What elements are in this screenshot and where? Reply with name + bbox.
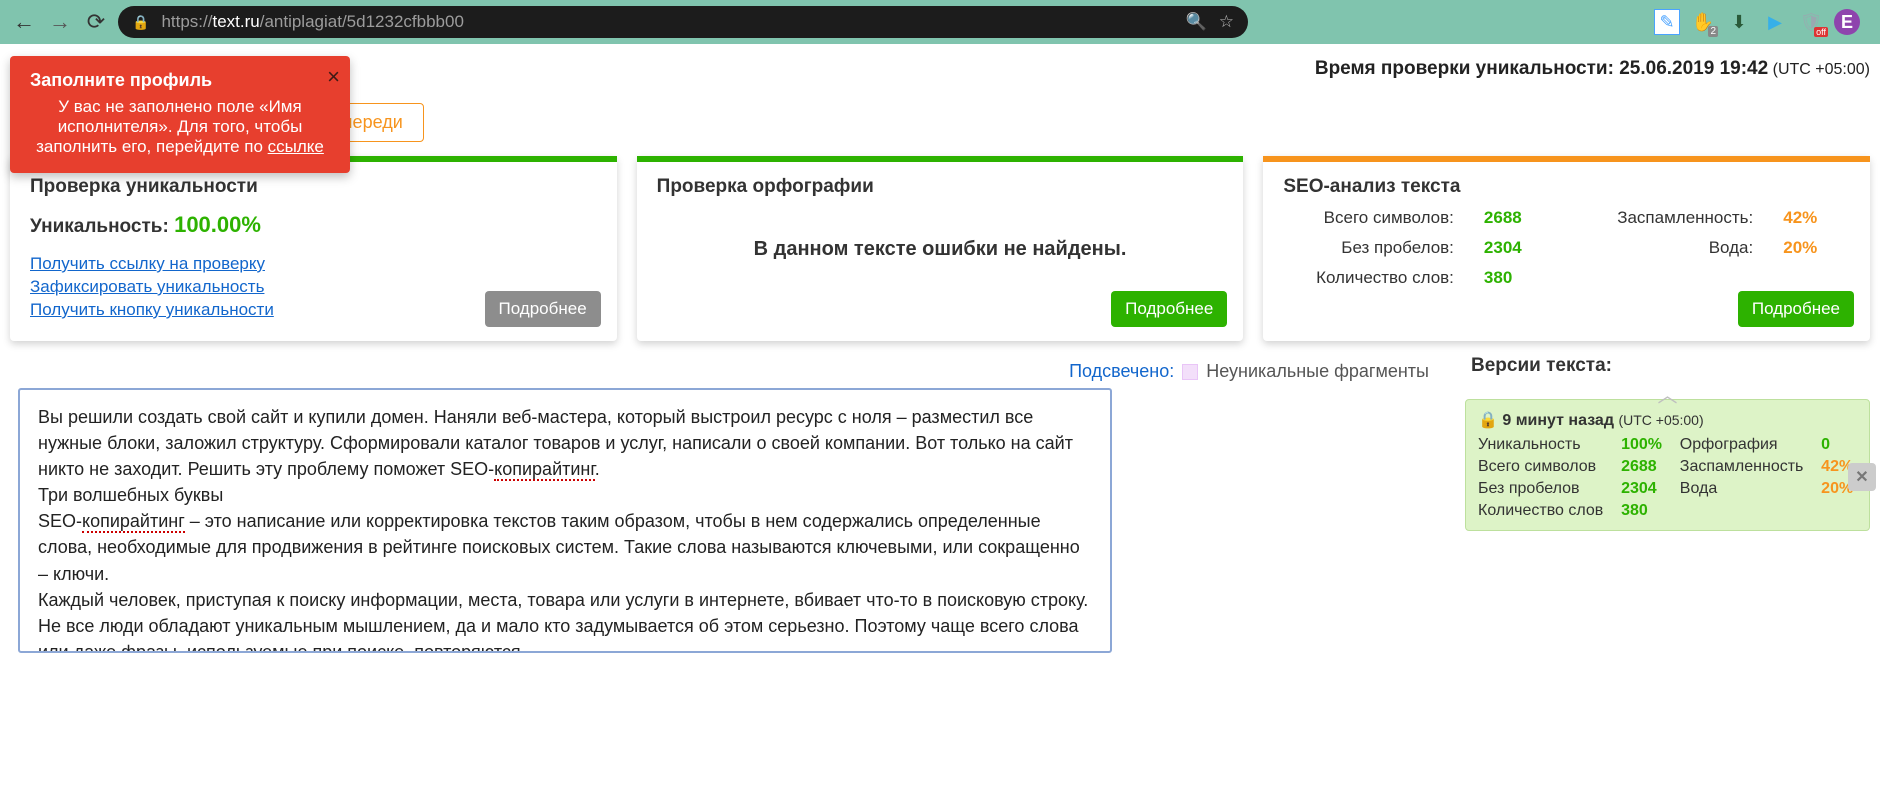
notice-close-icon[interactable]: ×: [327, 64, 340, 90]
orthography-message: В данном тексте ошибки не найдены.: [657, 238, 1224, 261]
notice-body: У вас не заполнено поле «Имя исполнителя…: [30, 97, 330, 157]
check-timestamp: Время проверки уникальности: 25.06.2019 …: [1315, 58, 1870, 80]
ver-water-label: Вода: [1680, 480, 1807, 498]
seo-water-value: 20%: [1783, 238, 1850, 258]
ext-adblock-icon[interactable]: ✋2: [1690, 9, 1716, 35]
url-text: https://text.ru/antiplagiat/5d1232cfbbb0…: [161, 12, 463, 32]
seo-words-value: 380: [1484, 268, 1555, 288]
seo-total-chars-value: 2688: [1484, 208, 1555, 228]
seo-total-chars-label: Всего символов:: [1283, 208, 1454, 228]
nav-reload-icon[interactable]: ⟳: [82, 8, 110, 36]
spell-error: копирайтинг: [82, 511, 185, 533]
ver-words-label: Количество слов: [1478, 502, 1607, 520]
seo-nospaces-value: 2304: [1484, 238, 1555, 258]
notice-title: Заполните профиль: [30, 70, 330, 91]
ver-uniq-value: 100%: [1621, 436, 1666, 454]
ext-play-icon[interactable]: ▶: [1762, 9, 1788, 35]
version-time: 9 минут назад: [1502, 412, 1614, 429]
uniq-link-get-url[interactable]: Получить ссылку на проверку: [30, 254, 597, 274]
extension-icons: ✎ ✋2 ⬇ ▶ 🛡off E: [1654, 9, 1870, 35]
lock-icon: 🔒: [132, 14, 149, 31]
ver-nospace-label: Без пробелов: [1478, 480, 1607, 498]
seo-nospaces-label: Без пробелов:: [1283, 238, 1454, 258]
nav-forward-icon[interactable]: →: [46, 8, 74, 36]
uniqueness-label: Уникальность:: [30, 216, 174, 237]
bookmark-star-icon[interactable]: ☆: [1219, 12, 1234, 32]
spell-error: копирайтинг: [494, 459, 595, 481]
seo-card: SEO-анализ текста Всего символов: 2688 З…: [1263, 156, 1870, 341]
legend-key: Подсвечено:: [1069, 361, 1174, 382]
ortho-more-button[interactable]: Подробнее: [1111, 291, 1227, 327]
ver-nospace-value: 2304: [1621, 480, 1666, 498]
ver-ortho-label: Орфография: [1680, 436, 1807, 454]
ext-download-icon[interactable]: ⬇: [1726, 9, 1752, 35]
seo-spam-value: 42%: [1783, 208, 1850, 228]
orthography-title: Проверка орфографии: [657, 176, 1224, 198]
orthography-card: Проверка орфографии В данном тексте ошиб…: [637, 156, 1244, 341]
seo-title: SEO-анализ текста: [1283, 176, 1850, 198]
uniq-more-button[interactable]: Подробнее: [485, 291, 601, 327]
ver-spam-label: Заспамленность: [1680, 458, 1807, 476]
seo-water-label: Вода:: [1584, 238, 1753, 258]
ver-chars-label: Всего символов: [1478, 458, 1607, 476]
stat-cards: Проверка уникальности Уникальность: 100.…: [10, 156, 1870, 341]
ver-uniq-label: Уникальность: [1478, 436, 1607, 454]
uniqueness-title: Проверка уникальности: [30, 176, 597, 198]
seo-spam-label: Заспамленность:: [1584, 208, 1753, 228]
versions-panel: Версии текста: ︿ 🔒 9 минут назад (UTC +0…: [1465, 351, 1870, 653]
uniqueness-card: Проверка уникальности Уникальность: 100.…: [10, 156, 617, 341]
highlight-legend: Подсвечено: Неуникальные фрагменты: [10, 351, 1449, 388]
text-editor[interactable]: Вы решили создать свой сайт и купили дом…: [18, 388, 1112, 653]
ext-feather-icon[interactable]: ✎: [1654, 9, 1680, 35]
legend-swatch-icon: [1182, 364, 1198, 380]
browser-toolbar: ← → ⟳ 🔒 https://text.ru/antiplagiat/5d12…: [0, 0, 1880, 44]
seo-more-button[interactable]: Подробнее: [1738, 291, 1854, 327]
profile-notice: × Заполните профиль У вас не заполнено п…: [10, 56, 350, 173]
sidebar-close-icon[interactable]: ✕: [1848, 463, 1876, 491]
profile-avatar-icon[interactable]: E: [1834, 9, 1860, 35]
ver-ortho-value: 0: [1821, 436, 1857, 454]
nav-back-icon[interactable]: ←: [10, 8, 38, 36]
ver-chars-value: 2688: [1621, 458, 1666, 476]
version-card[interactable]: 🔒 9 минут назад (UTC +05:00) Уникальност…: [1465, 399, 1870, 531]
notice-link[interactable]: ссылке: [268, 137, 324, 156]
versions-title: Версии текста:: [1471, 355, 1870, 377]
seo-words-label: Количество слов:: [1283, 268, 1454, 288]
versions-collapse-icon[interactable]: ︿: [1465, 379, 1870, 399]
lock-icon: 🔒: [1478, 412, 1498, 429]
ver-words-value: 380: [1621, 502, 1666, 520]
version-tz: (UTC +05:00): [1618, 412, 1703, 428]
ext-shield-icon[interactable]: 🛡off: [1798, 9, 1824, 35]
url-bar[interactable]: 🔒 https://text.ru/antiplagiat/5d1232cfbb…: [118, 6, 1248, 38]
uniqueness-value: 100.00%: [174, 212, 261, 237]
legend-label: Неуникальные фрагменты: [1206, 361, 1429, 382]
zoom-icon[interactable]: 🔍: [1186, 12, 1207, 32]
